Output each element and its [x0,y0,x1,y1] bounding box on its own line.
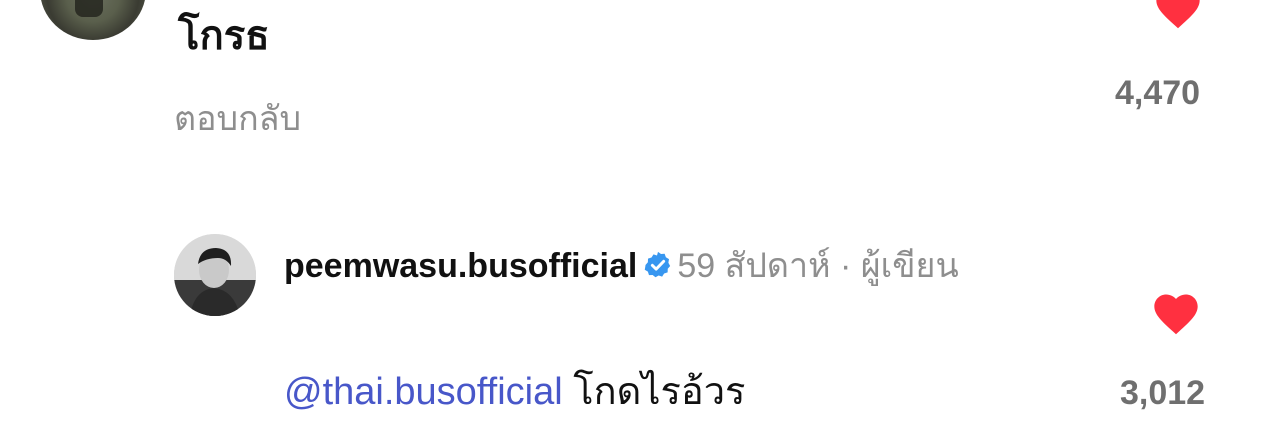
comment-header: peemwasu.busofficial 59 สัปดาห์ · ผู้เขี… [284,240,1084,292]
author-badge: ผู้เขียน [860,247,959,285]
meta-separator: · [839,247,852,285]
comment-time: 59 สัปดาห์ [677,247,831,285]
heart-icon[interactable] [1150,288,1202,340]
avatar-photo-icon [174,234,256,316]
comment-body: @thai.busofficial โกดไรอ้วร [284,366,745,418]
mention-link[interactable]: @thai.busofficial [284,371,563,413]
avatar-author[interactable] [174,234,256,316]
verified-badge-icon [645,251,671,278]
reply-button[interactable]: ตอบกลับ [174,96,301,142]
heart-icon[interactable] [1152,0,1204,34]
username-link[interactable]: peemwasu.busofficial [284,247,637,285]
comment-text-top: โกรธ [178,14,270,58]
like-count-bottom[interactable]: 3,012 [1120,374,1205,413]
comment-text-bottom: โกดไรอ้วร [573,371,746,413]
like-count-top[interactable]: 4,470 [1115,74,1200,113]
avatar-top-commenter[interactable] [40,0,146,40]
